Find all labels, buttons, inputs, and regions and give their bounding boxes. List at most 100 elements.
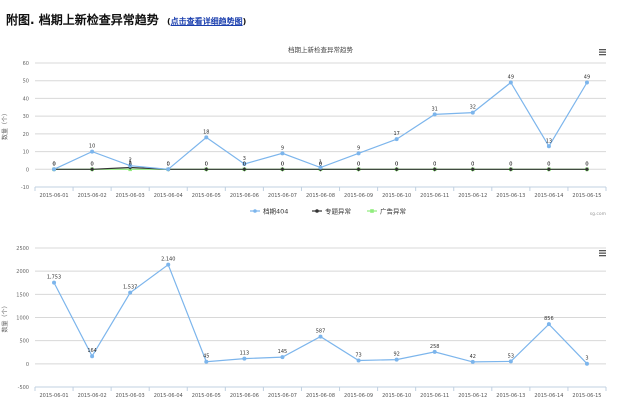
anomaly-trend-chart: -10 0 10 20 30 40 50 60 2015-06-01 2015-06-02 2015…: [1, 45, 607, 217]
x-tick-label: 2015-06-02: [78, 193, 107, 199]
data-point: [584, 80, 589, 85]
data-label: 13: [546, 138, 552, 144]
data-label: 32: [470, 105, 476, 111]
data-label: 73: [355, 352, 361, 358]
y-tick-label: 1000: [16, 316, 29, 322]
data-point: [204, 135, 209, 140]
data-label: 9: [357, 145, 360, 151]
chart-menu-icon[interactable]: [599, 250, 606, 257]
data-point: [584, 361, 589, 366]
y-tick-label: 20: [23, 132, 29, 138]
legend-marker: [370, 209, 374, 213]
x-tick-label: 2015-06-01: [40, 193, 69, 199]
series-line: [53, 263, 588, 365]
data-label: 0: [395, 161, 398, 167]
data-point: [508, 359, 513, 364]
data-label: 0: [547, 161, 550, 167]
x-tick-label: 2015-06-15: [572, 393, 601, 399]
legend-item[interactable]: 档期404: [250, 207, 288, 216]
data-label: 49: [584, 74, 590, 80]
data-point: [52, 280, 57, 285]
data-point: [90, 354, 95, 359]
data-label: 49: [508, 74, 514, 80]
y-tick-label: 500: [19, 339, 29, 345]
x-tick-label: 2015-06-14: [534, 393, 563, 399]
legend-marker: [315, 209, 319, 213]
data-label: 856: [544, 316, 554, 322]
data-label: 0: [205, 161, 208, 167]
x-tick-label: 2015-06-06: [230, 393, 259, 399]
x-tick-label: 2015-06-02: [78, 393, 107, 399]
series-line: [53, 81, 588, 170]
data-point: [280, 151, 285, 156]
data-label: 2,140: [161, 257, 175, 263]
data-label: 1,753: [47, 275, 61, 281]
data-point: [432, 112, 437, 117]
data-label: 0: [167, 161, 170, 167]
data-label: 53: [508, 353, 514, 359]
data-label: 42: [470, 354, 476, 360]
legend-label: 专题异常: [325, 207, 351, 216]
y-tick-label: 10: [23, 150, 29, 156]
data-point: [356, 358, 361, 363]
x-tick-label: 2015-06-11: [420, 393, 449, 399]
x-tick-label: 2015-06-09: [344, 393, 373, 399]
x-tick-label: 2015-06-12: [458, 193, 487, 199]
x-tick-label: 2015-06-04: [154, 193, 183, 199]
menu-bar: [599, 49, 606, 51]
legend-label: 档期404: [263, 207, 288, 216]
data-point: [166, 262, 171, 267]
menu-bar: [599, 51, 606, 53]
data-label: 0: [433, 161, 436, 167]
data-label: 3: [585, 356, 588, 362]
menu-bar: [599, 250, 606, 252]
x-tick-label: 2015-06-12: [458, 393, 487, 399]
data-point: [318, 334, 323, 339]
data-point: [90, 149, 95, 154]
y-tick-label: 0: [26, 362, 29, 368]
data-label: 9: [281, 145, 284, 151]
data-label: 0: [357, 161, 360, 167]
x-tick-label: 2015-06-13: [496, 393, 525, 399]
y-axis-title: 数量（个）: [1, 110, 9, 140]
y-tick-label: 40: [23, 96, 29, 102]
y-tick-label: 1500: [16, 292, 29, 298]
data-label: 92: [393, 352, 399, 358]
y-tick-label: 60: [23, 61, 29, 67]
data-label: 145: [278, 349, 288, 355]
y-tick-label: 0: [26, 167, 29, 173]
x-tick-label: 2015-06-13: [496, 193, 525, 199]
data-label: 0: [243, 161, 246, 167]
chart-title: 档期上新检查异常趋势: [288, 45, 354, 54]
chart-menu-icon[interactable]: [599, 49, 606, 56]
x-tick-label: 2015-06-03: [116, 393, 145, 399]
x-tick-label: 2015-06-05: [192, 193, 221, 199]
x-tick-label: 2015-06-09: [344, 193, 373, 199]
legend-item[interactable]: 专题异常: [312, 207, 351, 216]
data-point: [356, 151, 361, 156]
data-point: [52, 167, 57, 172]
data-label: 0: [585, 161, 588, 167]
x-tick-label: 2015-06-10: [382, 393, 411, 399]
y-axis-title: 数量（个）: [1, 302, 9, 332]
data-label: 1,537: [123, 285, 137, 291]
data-point: [128, 290, 133, 295]
data-point: [432, 349, 437, 354]
data-label: 0: [509, 161, 512, 167]
data-point: [394, 137, 399, 142]
x-tick-label: 2015-06-11: [420, 193, 449, 199]
data-point: [204, 359, 209, 364]
data-label: 18: [203, 129, 209, 135]
x-tick-label: 2015-06-03: [116, 193, 145, 199]
volume-trend-chart: -500 0 500 1000 1500 2000 2500 2015-06-01 2015-0…: [1, 246, 607, 399]
data-point: [280, 355, 285, 360]
data-point: [546, 144, 551, 149]
menu-bar: [599, 252, 606, 254]
data-label: 164: [87, 348, 97, 354]
x-tick-label: 2015-06-10: [382, 193, 411, 199]
y-tick-label: 2500: [16, 246, 29, 252]
data-point: [470, 110, 475, 115]
x-tick-label: 2015-06-05: [192, 393, 221, 399]
y-tick-label: 30: [23, 114, 29, 120]
legend-item[interactable]: 广告异常: [367, 207, 406, 216]
